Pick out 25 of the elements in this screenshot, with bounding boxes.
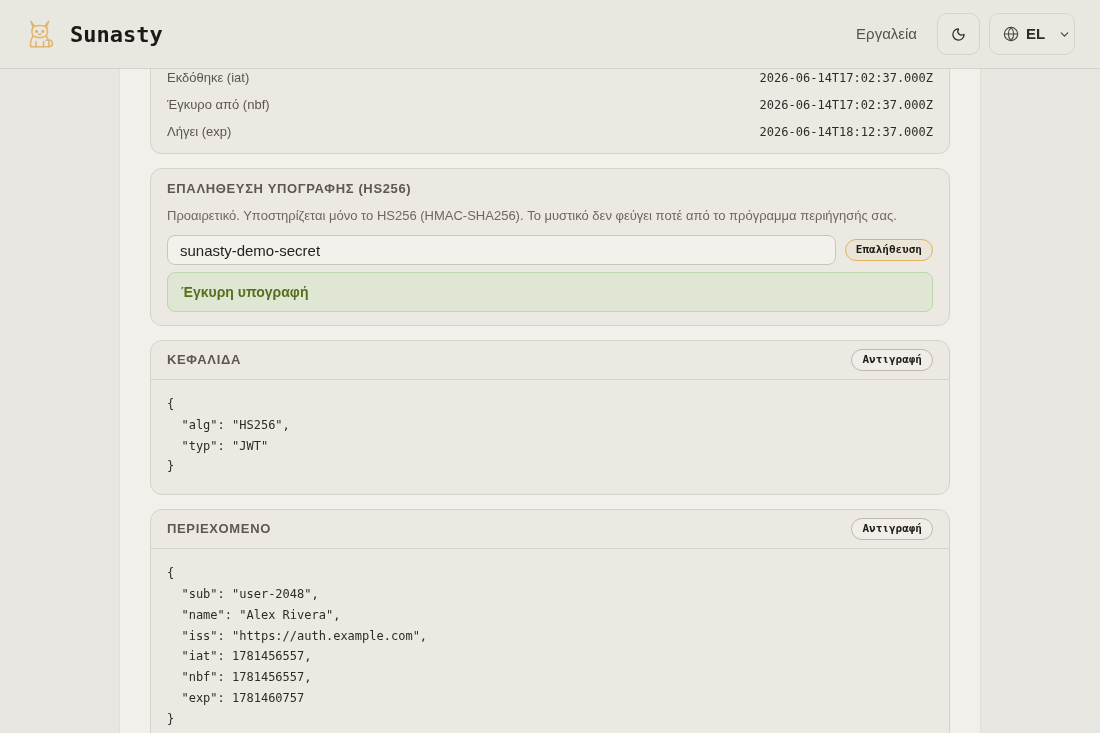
cat-logo-icon [28, 20, 54, 48]
claim-value: 2026-06-14T17:02:37.000Z [759, 69, 933, 87]
verify-button[interactable]: Επαλήθευση [844, 239, 933, 261]
signature-description: Προαιρετικό. Υποστηρίζεται μόνο το HS256 (HMAC-SHA256). Το μυστικό δεν φεύγει ποτέ από το πρόγραμμα περιήγησής σας. [167, 207, 898, 225]
json-text: { "alg": "HS256", "typ": "JWT" } [167, 396, 290, 476]
copy-button[interactable]: Αντιγραφή [851, 518, 933, 541]
claim-label: Εκδόθηκε (iat) [167, 69, 250, 87]
section-title: ΕΠΑΛΗΘΕΥΣΗ ΥΠΟΓΡΑΦΗΣ (HS256) [167, 180, 413, 198]
section-title: ΠΕΡΙΕΧΟΜΕΝΟ [167, 520, 271, 539]
signature-result: Έγκυρη υπογραφή [167, 272, 933, 312]
json-text: { "sub": "user-2048", "name": "Alex Rivera", "iss": "https://auth.example.com", "iat": 1781456557, "nbf": 1781456557, "exp": 1781460757 } [167, 565, 428, 728]
claim-value: 2026-06-14T17:02:37.000Z [759, 96, 933, 114]
secret-input[interactable]: sunasty-demo-secret [167, 235, 836, 265]
copy-button[interactable]: Αντιγραφή [851, 349, 933, 371]
brand-name[interactable]: Sunasty [70, 17, 163, 51]
claim-label: Έγκυρο από (nbf) [167, 95, 270, 114]
claim-label: Λήγει (exp) [167, 122, 232, 141]
language-code: EL [1026, 23, 1046, 44]
nav-link[interactable]: Εργαλεία [856, 22, 917, 46]
section-title: ΚΕΦΑΛΙΔΑ [167, 351, 241, 370]
globe-icon [1003, 26, 1019, 42]
theme-toggle-button[interactable] [937, 13, 980, 55]
moon-icon [951, 26, 966, 42]
claim-value: 2026-06-14T18:12:37.000Z [759, 123, 933, 141]
language-select[interactable]: EL [989, 13, 1075, 55]
